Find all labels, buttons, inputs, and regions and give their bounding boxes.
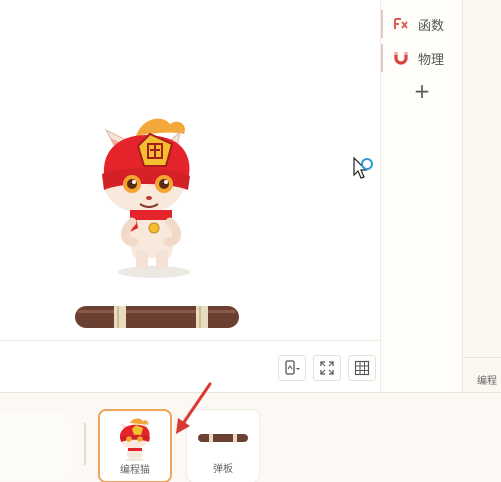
category-functions[interactable]: 函数 <box>381 8 463 40</box>
side-panel-label: 编程 <box>477 376 497 387</box>
device-orientation-button[interactable] <box>278 355 306 381</box>
annotation-arrow-icon <box>176 382 212 434</box>
fullscreen-icon <box>320 361 334 375</box>
stage-divider <box>0 340 380 341</box>
fullscreen-button[interactable] <box>313 355 341 381</box>
stage-background-slot[interactable] <box>0 411 72 481</box>
stage-canvas[interactable] <box>0 0 380 392</box>
sprite-name: 编程猫 <box>120 465 150 476</box>
mouse-cursor-icon <box>353 156 373 179</box>
coding-cat-sprite[interactable] <box>92 110 212 280</box>
sprite-tray: 编程猫 弹板 <box>0 392 501 482</box>
side-panel: 编程 <box>462 0 501 392</box>
sprite-card-coding-cat[interactable]: 编程猫 <box>98 409 172 482</box>
category-physics[interactable]: 物理 <box>381 42 463 74</box>
sprite-name: 弹板 <box>213 464 233 475</box>
tray-divider <box>84 423 86 465</box>
category-indicator <box>381 10 383 38</box>
add-category-button[interactable]: + <box>411 78 433 104</box>
side-panel-divider <box>463 357 501 358</box>
function-icon <box>394 18 408 29</box>
block-category-panel: 函数 物理 + <box>380 0 462 392</box>
category-label: 函数 <box>418 18 445 34</box>
coding-cat-icon <box>120 418 150 461</box>
stage-toolbar <box>278 355 376 381</box>
magnet-icon <box>394 52 408 65</box>
category-label: 物理 <box>418 52 445 68</box>
springboard-sprite[interactable] <box>74 304 240 330</box>
grid-icon <box>354 360 370 376</box>
grid-toggle-button[interactable] <box>348 355 376 381</box>
device-orientation-icon <box>285 360 300 375</box>
category-indicator <box>381 44 383 72</box>
